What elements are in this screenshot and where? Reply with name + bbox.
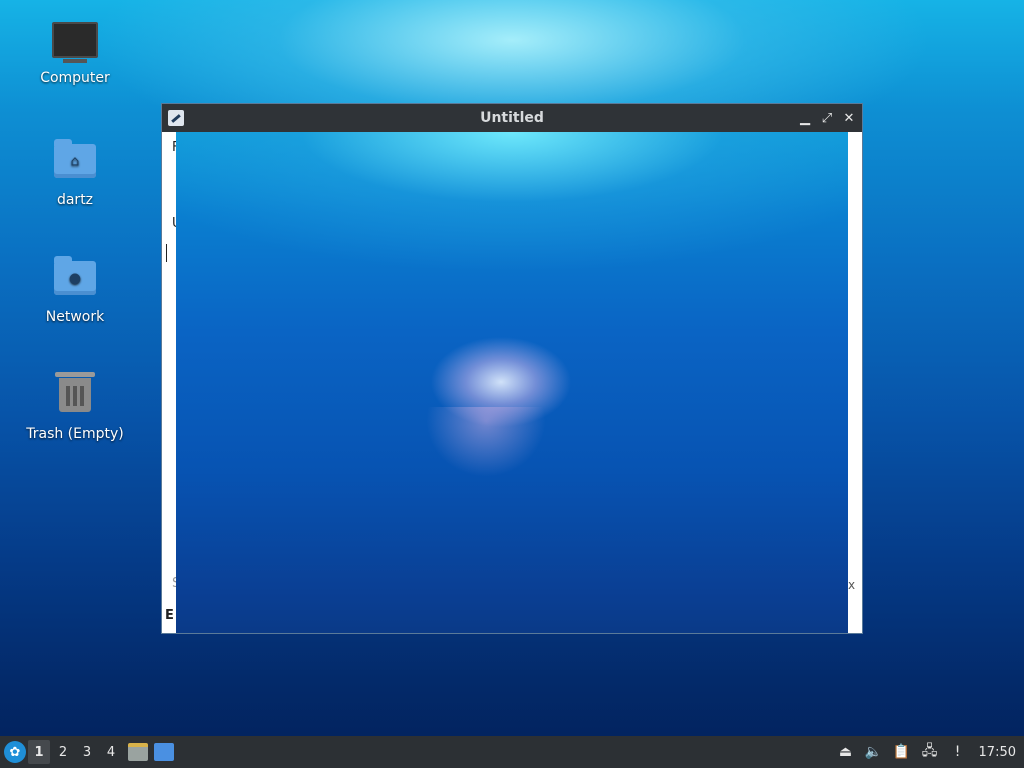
close-icon[interactable]: ✕ (842, 111, 856, 126)
editor-right-edge: x (848, 132, 862, 633)
window-title: Untitled (480, 110, 544, 126)
app-window: Untitled ▁ ⤢ ✕ F U S E x (161, 103, 863, 634)
desktop-icon-home[interactable]: ⌂ dartz (20, 139, 130, 208)
home-folder-icon: ⌂ (52, 139, 98, 186)
workspace-4[interactable]: 4 (100, 740, 122, 764)
desktop-icon-label: Network (45, 309, 105, 325)
workspace-2[interactable]: 2 (52, 740, 74, 764)
desktop-icon-label: dartz (56, 192, 94, 208)
close-fragment[interactable]: x (848, 578, 855, 592)
workspace-3[interactable]: 3 (76, 740, 98, 764)
update-notifier-icon[interactable]: ! (949, 743, 967, 761)
desktop-icon-trash[interactable]: Trash (Empty) (20, 372, 130, 442)
editor-left-edge (162, 132, 176, 633)
start-menu-icon[interactable]: ✿ (4, 741, 26, 763)
minimize-icon[interactable]: ▁ (798, 111, 812, 126)
desktop-icon-label: Trash (Empty) (26, 426, 124, 442)
network-icon[interactable]: 🖧 (921, 743, 939, 761)
trash-icon (52, 372, 98, 420)
file-manager-icon[interactable] (128, 743, 148, 761)
taskbar: ✿ 1 2 3 4 ⏏ 🔈 📋 🖧 ! 17:50 (0, 736, 1024, 768)
system-tray: ⏏ 🔈 📋 🖧 ! 17:50 (837, 736, 1024, 768)
clock[interactable]: 17:50 (977, 745, 1018, 760)
window-titlebar[interactable]: Untitled ▁ ⤢ ✕ (162, 104, 862, 132)
jellyfish-tentacles (426, 407, 546, 477)
jellyfish-image-overlay (176, 132, 848, 633)
desktop-icon-network[interactable]: ● Network (20, 256, 130, 325)
show-desktop-icon[interactable] (154, 743, 174, 761)
window-content: F U S E x (162, 132, 862, 633)
clipboard-icon[interactable]: 📋 (893, 743, 911, 761)
text-cursor (166, 244, 167, 262)
desktop-icon-computer[interactable]: Computer (20, 22, 130, 86)
upload-icon[interactable]: ⏏ (837, 743, 855, 761)
network-folder-icon: ● (52, 256, 98, 303)
status-fragment: E (165, 608, 174, 623)
volume-icon[interactable]: 🔈 (865, 743, 883, 761)
workspace-1[interactable]: 1 (28, 740, 50, 764)
maximize-icon[interactable]: ⤢ (820, 111, 834, 126)
desktop-icon-label: Computer (40, 70, 110, 86)
computer-icon (52, 22, 98, 64)
